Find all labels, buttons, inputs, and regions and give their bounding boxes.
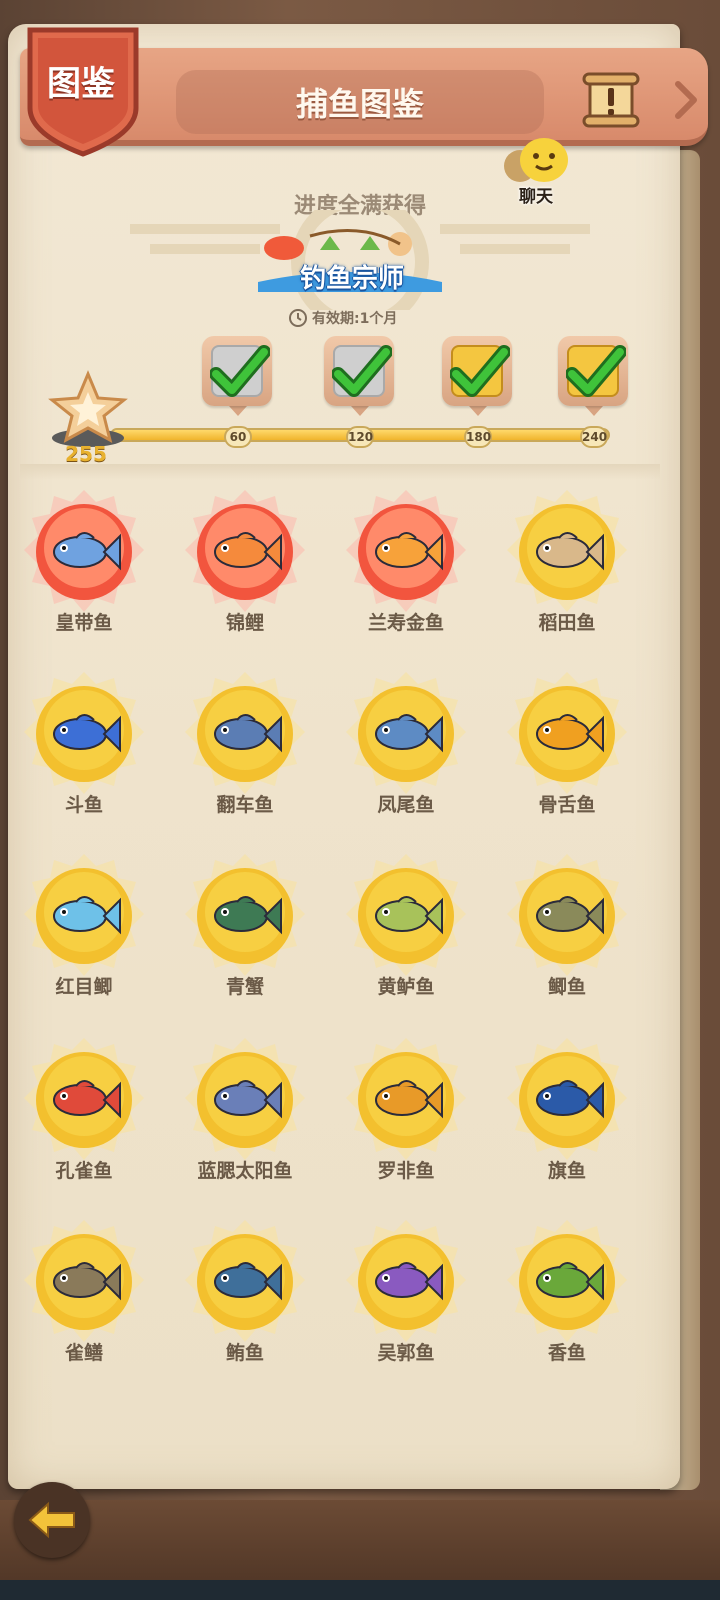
reward-box[interactable] (202, 336, 272, 406)
badge-label: 图鉴 (47, 64, 115, 104)
fish-icon (53, 1080, 121, 1119)
fish-name: 骨舌鱼 (538, 794, 596, 816)
fish-name: 孔雀鱼 (55, 1160, 113, 1182)
fish-entry[interactable]: 旗鱼 (487, 1036, 647, 1206)
fish-name: 青蟹 (225, 976, 264, 998)
reward-box[interactable] (442, 336, 512, 406)
fish-entry[interactable]: 雀鳝 (4, 1218, 164, 1388)
fish-entry[interactable]: 香鱼 (487, 1218, 647, 1388)
reward-box[interactable] (558, 336, 628, 406)
fish-icon (536, 714, 604, 753)
milestone-value: 240 (580, 426, 608, 448)
chevron-right-icon[interactable] (672, 78, 700, 122)
star-trophy-icon (48, 370, 128, 447)
fish-entry[interactable]: 稻田鱼 (487, 488, 647, 658)
back-button[interactable] (14, 1482, 90, 1558)
fish-entry[interactable]: 锦鲤 (165, 488, 325, 658)
fish-icon (53, 714, 121, 753)
fish-entry[interactable]: 红目鲫 (4, 852, 164, 1022)
pointer (229, 406, 247, 416)
fish-icon (53, 532, 121, 571)
pointer (585, 406, 603, 416)
milestone-value: 120 (346, 426, 374, 448)
fish-icon (375, 1262, 443, 1301)
fish-entry[interactable]: 兰寿金鱼 (326, 488, 486, 658)
header-title-box: 捕鱼图鉴 (176, 70, 544, 134)
fish-icon (536, 1262, 604, 1301)
checkmark-icon (566, 345, 626, 397)
fish-icon (536, 1080, 604, 1119)
fish-entry[interactable]: 骨舌鱼 (487, 670, 647, 840)
fish-name: 皇带鱼 (55, 612, 113, 634)
checkmark-icon (210, 345, 270, 397)
milestone-reward[interactable]: 60 (202, 336, 274, 448)
fish-entry[interactable]: 凤尾鱼 (326, 670, 486, 840)
fish-entry[interactable]: 斗鱼 (4, 670, 164, 840)
fish-icon (375, 896, 443, 935)
fish-name: 蓝腮太阳鱼 (197, 1160, 293, 1182)
scroll-icon[interactable] (580, 70, 642, 130)
fish-name: 鲫鱼 (547, 976, 586, 998)
fish-name: 斗鱼 (64, 794, 103, 816)
pointer (351, 406, 369, 416)
fish-name: 香鱼 (547, 1342, 586, 1364)
reward-title: 钓鱼宗师 (299, 264, 404, 294)
fish-name: 锦鲤 (225, 612, 264, 634)
back-arrow-icon (28, 1501, 75, 1539)
fish-icon (214, 714, 282, 753)
fish-name: 吴郭鱼 (377, 1342, 435, 1364)
fish-name: 凤尾鱼 (377, 794, 435, 816)
fish-name: 黄鲈鱼 (377, 976, 435, 998)
fish-name: 鲔鱼 (225, 1342, 264, 1364)
bottom-bar (0, 1580, 720, 1600)
reward-box[interactable] (324, 336, 394, 406)
fish-name: 旗鱼 (547, 1160, 586, 1182)
fish-entry[interactable]: 鲔鱼 (165, 1218, 325, 1388)
fish-icon (536, 896, 604, 935)
fish-entry[interactable]: 鲫鱼 (487, 852, 647, 1022)
fish-entry[interactable]: 孔雀鱼 (4, 1036, 164, 1206)
milestone-reward[interactable]: 120 (324, 336, 396, 448)
fish-entry[interactable]: 罗非鱼 (326, 1036, 486, 1206)
checkmark-icon (332, 345, 392, 397)
fish-entry[interactable]: 蓝腮太阳鱼 (165, 1036, 325, 1206)
fish-entry[interactable]: 皇带鱼 (4, 488, 164, 658)
fish-name: 罗非鱼 (377, 1160, 435, 1182)
validity-text: 有效期:1个月 (312, 311, 398, 327)
milestone-value: 60 (224, 426, 252, 448)
fish-icon (375, 1080, 443, 1119)
fish-entry[interactable]: 吴郭鱼 (326, 1218, 486, 1388)
fish-icon (53, 1262, 121, 1301)
page-title: 捕鱼图鉴 (295, 85, 424, 123)
fish-icon (53, 896, 121, 935)
pointer (469, 406, 487, 416)
fish-name: 红目鲫 (55, 976, 113, 998)
fish-icon (214, 532, 282, 571)
fish-name: 兰寿金鱼 (367, 612, 444, 634)
fish-name: 雀鳝 (64, 1342, 103, 1364)
clock-icon (289, 309, 307, 327)
fish-name: 稻田鱼 (538, 612, 596, 634)
fish-icon (214, 1262, 282, 1301)
validity-row: 有效期:1个月 (288, 306, 438, 330)
milestone-value: 180 (464, 426, 492, 448)
divider (20, 464, 660, 480)
score-value: 255 (65, 442, 107, 466)
fish-icon (214, 1080, 282, 1119)
fish-entry[interactable]: 青蟹 (165, 852, 325, 1022)
milestone-reward[interactable]: 180 (442, 336, 514, 448)
fish-name: 翻车鱼 (216, 794, 274, 816)
fish-icon (375, 714, 443, 753)
checkmark-icon (450, 345, 510, 397)
fish-entry[interactable]: 黄鲈鱼 (326, 852, 486, 1022)
milestone-reward[interactable]: 240 (558, 336, 630, 448)
fish-entry[interactable]: 翻车鱼 (165, 670, 325, 840)
fish-icon (536, 532, 604, 571)
fish-icon (375, 532, 443, 571)
fish-icon (214, 896, 282, 935)
